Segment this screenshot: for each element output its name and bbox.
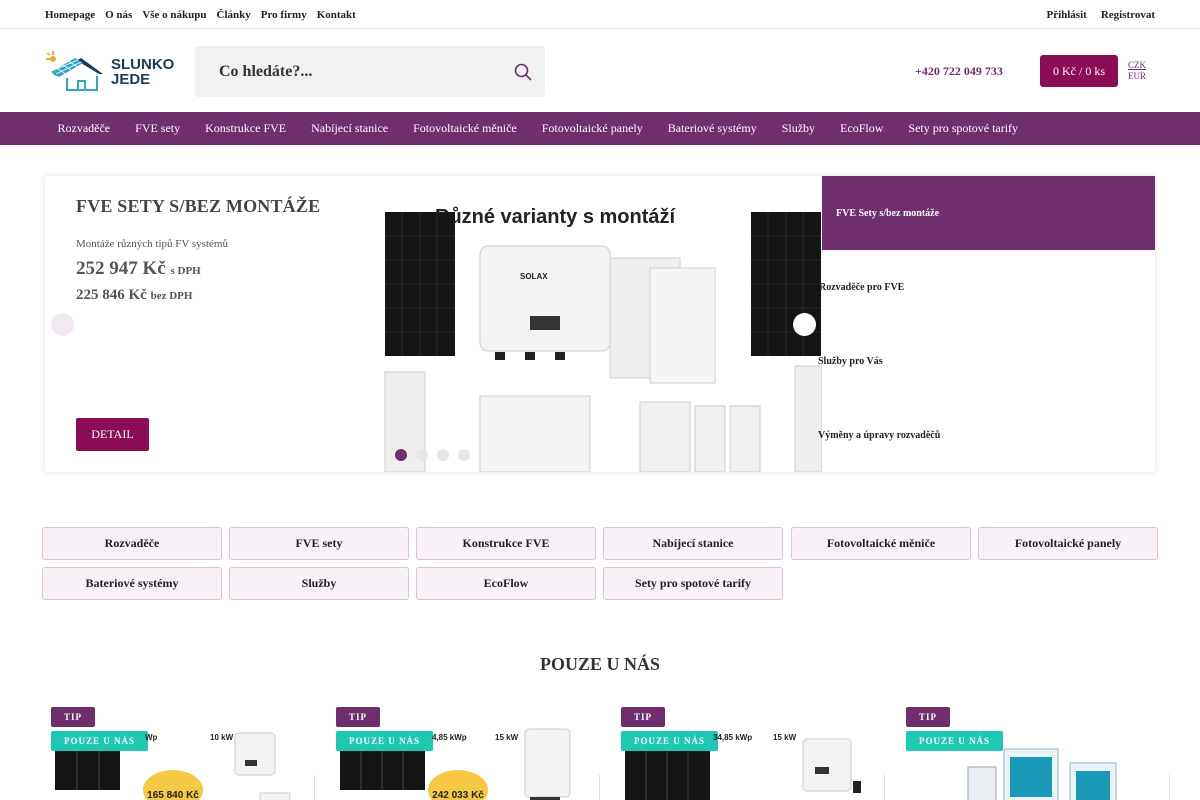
- search-box: [195, 46, 545, 97]
- side-tab-rozvadece[interactable]: Rozvaděče pro FVE: [819, 250, 1155, 324]
- product-divider: [314, 775, 315, 800]
- search-input[interactable]: [195, 46, 505, 97]
- currency-eur[interactable]: EUR: [1128, 71, 1146, 82]
- hero-price-with-vat: 252 947 Kč s DPH: [76, 258, 201, 280]
- tip-badge: TIP: [336, 707, 381, 727]
- price-with-vat-label: s DPH: [170, 265, 201, 277]
- exclusive-badge: POUZE U NÁS: [336, 731, 434, 751]
- nav-item-rozvadece[interactable]: Rozvaděče: [45, 112, 123, 145]
- category-menice[interactable]: Fotovoltaické měniče: [791, 527, 971, 560]
- category-konstrukce[interactable]: Konstrukce FVE: [416, 527, 596, 560]
- product-power-label: Wp: [145, 733, 158, 742]
- product-divider: [1169, 775, 1170, 800]
- logo-line-2: JEDE: [111, 71, 151, 88]
- category-rozvadece[interactable]: Rozvaděče: [42, 527, 222, 560]
- price-without-vat-value: 225 846 Kč: [76, 287, 147, 303]
- slider-dot-1[interactable]: [395, 449, 407, 461]
- top-nav: Homepage O nás Vše o nákupu Články Pro f…: [45, 9, 366, 21]
- tip-badge: TIP: [621, 707, 666, 727]
- category-fve-sety[interactable]: FVE sety: [229, 527, 409, 560]
- category-spotove-tarify[interactable]: Sety pro spotové tarify: [603, 567, 783, 600]
- logo-line-1: SLUNKO: [111, 56, 175, 73]
- top-nav-business[interactable]: Pro firmy: [261, 9, 307, 21]
- solar-house-logo-icon: [46, 51, 103, 91]
- hero-title: FVE SETY S/BEZ MONTÁŽE: [76, 196, 321, 216]
- top-bar: Homepage O nás Vše o nákupu Články Pro f…: [0, 0, 1200, 29]
- hero-subtitle: Montáže různých tipů FV systémů: [76, 238, 228, 250]
- product-price: 165 840 Kč: [147, 790, 199, 800]
- product-divider: [599, 775, 600, 800]
- nav-item-panely[interactable]: Fotovoltaické panely: [529, 112, 655, 145]
- search-icon[interactable]: [513, 62, 533, 82]
- register-link[interactable]: Registrovat: [1101, 9, 1155, 21]
- slider-next-button[interactable]: [793, 313, 816, 336]
- product-inverter-label: 10 kW: [210, 733, 234, 742]
- login-link[interactable]: Přihlásit: [1046, 9, 1086, 21]
- main-nav: Rozvaděče FVE sety Konstrukce FVE Nabíje…: [0, 112, 1200, 145]
- hero-price-without-vat: 225 846 Kč bez DPH: [76, 287, 192, 304]
- phone-number[interactable]: +420 722 049 733: [915, 64, 1003, 79]
- product-price: 242 033 Kč: [432, 790, 484, 800]
- detail-button[interactable]: DETAIL: [76, 418, 149, 451]
- nav-item-ecoflow[interactable]: EcoFlow: [828, 112, 896, 145]
- product-card[interactable]: TIP POUZE U NÁS: [900, 705, 1170, 800]
- currency-czk[interactable]: CZK: [1128, 60, 1146, 71]
- product-power-label: 4,85 kWp: [432, 733, 467, 742]
- hero-slider: FVE SETY S/BEZ MONTÁŽE Montáže různých t…: [45, 176, 1155, 472]
- side-tab-sluzby[interactable]: Služby pro Vás: [818, 324, 1155, 398]
- category-nabijeci-stanice[interactable]: Nabíjecí stanice: [603, 527, 783, 560]
- top-nav-contact[interactable]: Kontakt: [317, 9, 356, 21]
- top-nav-about[interactable]: O nás: [105, 9, 132, 21]
- product-card[interactable]: TIP POUZE U NÁS Wp 10 kW 165 840 Kč: [45, 705, 315, 800]
- product-divider: [884, 775, 885, 800]
- price-with-vat-value: 252 947 Kč: [76, 258, 166, 279]
- side-tab-vymeny[interactable]: Výměny a úpravy rozvaděčů: [818, 398, 1155, 472]
- nav-item-fve-sety[interactable]: FVE sety: [123, 112, 193, 145]
- account-links: Přihlásit Registrovat: [1032, 9, 1155, 21]
- top-nav-articles[interactable]: Články: [217, 9, 251, 21]
- nav-item-nabijeci-stanice[interactable]: Nabíjecí stanice: [299, 112, 401, 145]
- inverter-brand-label: SOLAX: [520, 272, 548, 281]
- nav-item-menice[interactable]: Fotovoltaické měniče: [401, 112, 530, 145]
- tip-badge: TIP: [906, 707, 951, 727]
- slider-dot-4[interactable]: [458, 449, 470, 461]
- product-inverter-label: 15 kW: [495, 733, 519, 742]
- product-card[interactable]: TIP POUZE U NÁS 4,85 kWp 15 kW 242 033 K…: [330, 705, 600, 800]
- slider-dot-2[interactable]: [416, 449, 428, 461]
- nav-item-baterie[interactable]: Bateriové systémy: [655, 112, 769, 145]
- product-power-label: 34,85 kWp: [713, 733, 753, 742]
- logo-text: SLUNKO JEDE: [111, 57, 174, 87]
- exclusive-badge: POUZE U NÁS: [906, 731, 1004, 751]
- site-logo[interactable]: SLUNKO JEDE: [45, 50, 180, 94]
- nav-item-spotove-tarify[interactable]: Sety pro spotové tarify: [896, 112, 1031, 145]
- slider-dots: [395, 449, 470, 461]
- top-nav-homepage[interactable]: Homepage: [45, 9, 95, 21]
- hero-side-tabs: FVE Sety s/bez montáže Rozvaděče pro FVE…: [818, 176, 1155, 472]
- nav-item-sluzby[interactable]: Služby: [769, 112, 827, 145]
- nav-item-konstrukce[interactable]: Konstrukce FVE: [193, 112, 299, 145]
- category-panely[interactable]: Fotovoltaické panely: [978, 527, 1158, 560]
- product-card[interactable]: TIP POUZE U NÁS 34,85 kWp 15 kW: [615, 705, 885, 800]
- slider-dot-3[interactable]: [437, 449, 449, 461]
- cart-button[interactable]: 0 Kč / 0 ks: [1040, 55, 1118, 87]
- side-tab-fve-sety[interactable]: FVE Sety s/bez montáže: [822, 176, 1155, 250]
- category-ecoflow[interactable]: EcoFlow: [416, 567, 596, 600]
- exclusive-badge: POUZE U NÁS: [621, 731, 719, 751]
- top-nav-shopping-info[interactable]: Vše o nákupu: [142, 9, 206, 21]
- product-inverter-label: 15 kW: [773, 733, 797, 742]
- exclusive-badge: POUZE U NÁS: [51, 731, 149, 751]
- category-baterie[interactable]: Bateriové systémy: [42, 567, 222, 600]
- solar-products-illustration-icon: [384, 212, 822, 472]
- tip-badge: TIP: [51, 707, 96, 727]
- price-without-vat-label: bez DPH: [150, 290, 193, 302]
- currency-switcher: CZK EUR: [1128, 60, 1146, 82]
- hero-banner-image: Různé varianty s montáží SOLAX: [375, 176, 822, 472]
- slider-prev-button[interactable]: [51, 313, 74, 336]
- category-sluzby[interactable]: Služby: [229, 567, 409, 600]
- section-title: POUZE U NÁS: [539, 654, 660, 674]
